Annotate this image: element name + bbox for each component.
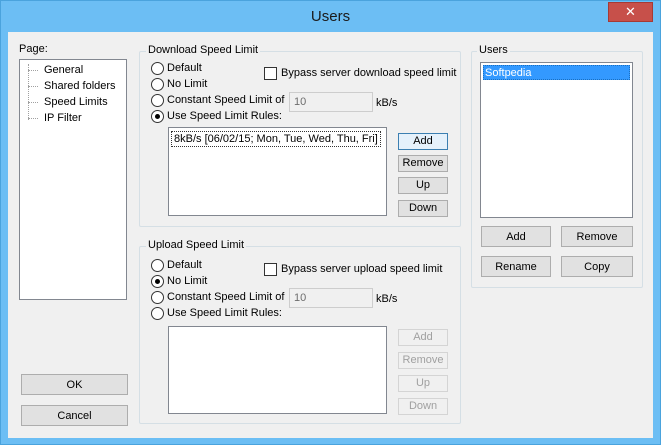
page-label: Page:	[19, 43, 48, 55]
window-title: Users	[310, 8, 351, 25]
user-rename-button[interactable]: Rename	[481, 256, 551, 277]
upload-radio-constant[interactable]	[151, 291, 164, 304]
user-list-item-selected[interactable]: Softpedia	[483, 65, 630, 80]
download-constant-label: Constant Speed Limit of	[167, 94, 285, 106]
download-bypass-checkbox[interactable]	[264, 67, 277, 80]
tree-connector	[28, 102, 38, 103]
upload-radio-default[interactable]	[151, 259, 164, 272]
user-add-button[interactable]: Add	[481, 226, 551, 247]
upload-rules-list[interactable]	[168, 326, 387, 414]
close-button[interactable]: ✕	[608, 2, 653, 22]
user-copy-button[interactable]: Copy	[561, 256, 633, 277]
upload-rules-label: Use Speed Limit Rules:	[167, 307, 282, 319]
upload-constant-label: Constant Speed Limit of	[167, 291, 285, 303]
close-icon: ✕	[625, 4, 636, 19]
download-group-title: Download Speed Limit	[146, 43, 261, 57]
download-rule-item[interactable]: 8kB/s [06/02/15; Mon, Tue, Wed, Thu, Fri…	[171, 131, 381, 147]
upload-radio-no-limit[interactable]	[151, 275, 164, 288]
upload-speed-unit: kB/s	[376, 293, 398, 305]
upload-add-button[interactable]: Add	[398, 329, 448, 346]
upload-speed-input[interactable]: 10	[289, 288, 373, 308]
page-tree[interactable]: General Shared folders Speed Limits IP F…	[19, 59, 127, 300]
tree-connector	[28, 118, 38, 119]
upload-down-button[interactable]: Down	[398, 398, 448, 415]
ok-button[interactable]: OK	[21, 374, 128, 395]
tree-connector	[28, 70, 38, 71]
download-bypass-label: Bypass server download speed limit	[281, 67, 457, 79]
upload-up-button[interactable]: Up	[398, 375, 448, 392]
cancel-button[interactable]: Cancel	[21, 405, 128, 426]
download-down-button[interactable]: Down	[398, 200, 448, 217]
download-radio-constant[interactable]	[151, 94, 164, 107]
download-radio-rules[interactable]	[151, 110, 164, 123]
download-no-limit-label: No Limit	[167, 78, 208, 90]
download-speed-unit: kB/s	[376, 97, 398, 109]
tree-item-shared-folders[interactable]: Shared folders	[44, 79, 116, 93]
download-rules-list[interactable]: 8kB/s [06/02/15; Mon, Tue, Wed, Thu, Fri…	[168, 127, 387, 216]
users-group-title: Users	[477, 43, 510, 57]
upload-default-label: Default	[167, 259, 202, 271]
tree-connector	[28, 86, 38, 87]
upload-remove-button[interactable]: Remove	[398, 352, 448, 369]
user-remove-button[interactable]: Remove	[561, 226, 633, 247]
download-radio-no-limit[interactable]	[151, 78, 164, 91]
download-speed-input[interactable]: 10	[289, 92, 373, 112]
users-dialog-window: Users ✕ Page: General Shared folders Spe…	[0, 0, 661, 445]
tree-item-general[interactable]: General	[44, 63, 83, 77]
upload-bypass-checkbox[interactable]	[264, 263, 277, 276]
upload-no-limit-label: No Limit	[167, 275, 208, 287]
tree-item-ip-filter[interactable]: IP Filter	[44, 111, 82, 125]
download-default-label: Default	[167, 62, 202, 74]
download-radio-default[interactable]	[151, 62, 164, 75]
tree-item-speed-limits[interactable]: Speed Limits	[44, 95, 108, 109]
tree-connector	[28, 64, 29, 120]
dialog-client-area: Page: General Shared folders Speed Limit…	[8, 32, 653, 438]
users-list[interactable]: Softpedia	[480, 62, 633, 218]
title-bar[interactable]: Users ✕	[1, 1, 660, 32]
download-add-button[interactable]: Add	[398, 133, 448, 150]
upload-radio-rules[interactable]	[151, 307, 164, 320]
download-remove-button[interactable]: Remove	[398, 155, 448, 172]
download-up-button[interactable]: Up	[398, 177, 448, 194]
upload-group-title: Upload Speed Limit	[146, 238, 247, 252]
upload-bypass-label: Bypass server upload speed limit	[281, 263, 443, 275]
download-rules-label: Use Speed Limit Rules:	[167, 110, 282, 122]
